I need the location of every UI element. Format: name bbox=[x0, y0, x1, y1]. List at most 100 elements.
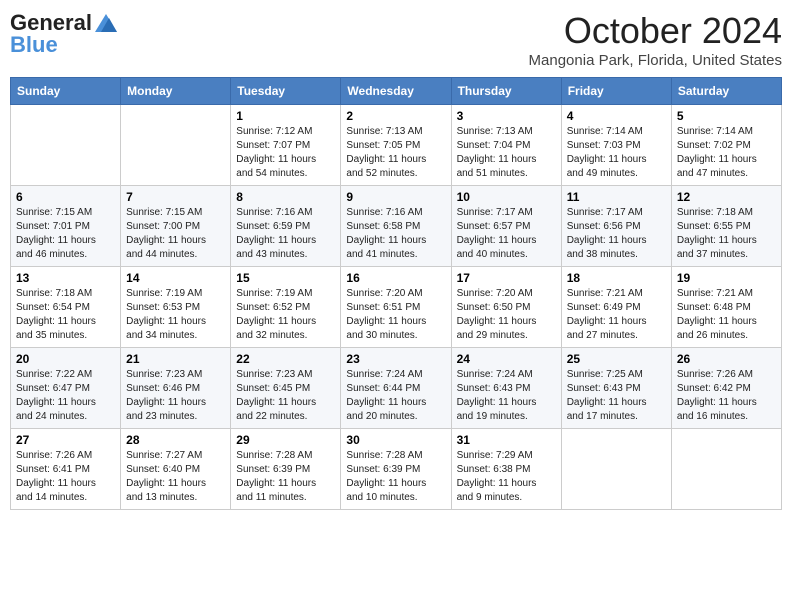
day-number: 12 bbox=[677, 190, 776, 204]
title-section: October 2024 Mangonia Park, Florida, Uni… bbox=[529, 10, 782, 69]
column-header-thursday: Thursday bbox=[451, 78, 561, 105]
column-header-monday: Monday bbox=[121, 78, 231, 105]
day-number: 1 bbox=[236, 109, 335, 123]
day-cell: 29Sunrise: 7:28 AM Sunset: 6:39 PM Dayli… bbox=[231, 429, 341, 510]
day-number: 10 bbox=[457, 190, 556, 204]
day-cell bbox=[121, 105, 231, 186]
day-cell: 26 Sunrise: 7:26 AM Sunset: 6:42 PM Dayli… bbox=[671, 348, 781, 429]
day-cell: 14Sunrise: 7:19 AM Sunset: 6:53 PM Dayli… bbox=[121, 267, 231, 348]
logo-blue: Blue bbox=[10, 32, 58, 58]
day-info: Sunrise: 7:19 AM Sunset: 6:53 PM Dayligh… bbox=[126, 287, 225, 343]
day-number: 27 bbox=[16, 433, 115, 447]
day-number: 5 bbox=[677, 109, 776, 123]
day-number: 22 bbox=[236, 352, 335, 366]
column-header-sunday: Sunday bbox=[11, 78, 121, 105]
day-cell: 27 Sunrise: 7:26 AM Sunset: 6:41 PM Dayli… bbox=[11, 429, 121, 510]
column-header-friday: Friday bbox=[561, 78, 671, 105]
day-info: Sunrise: 7:18 AM Sunset: 6:54 PM Dayligh… bbox=[16, 287, 115, 343]
week-row-4: 20Sunrise: 7:22 AM Sunset: 6:47 PM Dayli… bbox=[11, 348, 782, 429]
day-number: 26 bbox=[677, 352, 776, 366]
day-info: Sunrise: 7:20 AM Sunset: 6:51 PM Dayligh… bbox=[346, 287, 445, 343]
day-number: 19 bbox=[677, 271, 776, 285]
day-cell: 23Sunrise: 7:24 AM Sunset: 6:44 PM Dayli… bbox=[341, 348, 451, 429]
day-info: Sunrise: 7:20 AM Sunset: 6:50 PM Dayligh… bbox=[457, 287, 556, 343]
day-number: 7 bbox=[126, 190, 225, 204]
week-row-3: 13 Sunrise: 7:18 AM Sunset: 6:54 PM Dayli… bbox=[11, 267, 782, 348]
day-info: Sunrise: 7:26 AM Sunset: 6:41 PM Dayligh… bbox=[16, 449, 115, 505]
month-title: October 2024 bbox=[529, 10, 782, 52]
day-number: 3 bbox=[457, 109, 556, 123]
day-number: 15 bbox=[236, 271, 335, 285]
day-number: 4 bbox=[567, 109, 666, 123]
column-header-saturday: Saturday bbox=[671, 78, 781, 105]
day-cell: 18 Sunrise: 7:21 AM Sunset: 6:49 PM Dayli… bbox=[561, 267, 671, 348]
day-cell: 22 Sunrise: 7:23 AM Sunset: 6:45 PM Dayli… bbox=[231, 348, 341, 429]
day-cell: 10 Sunrise: 7:17 AM Sunset: 6:57 PM Dayli… bbox=[451, 186, 561, 267]
day-number: 28 bbox=[126, 433, 225, 447]
week-row-2: 6 Sunrise: 7:15 AM Sunset: 7:01 PM Daylig… bbox=[11, 186, 782, 267]
day-number: 2 bbox=[346, 109, 445, 123]
day-cell: 20Sunrise: 7:22 AM Sunset: 6:47 PM Dayli… bbox=[11, 348, 121, 429]
day-cell: 19 Sunrise: 7:21 AM Sunset: 6:48 PM Dayli… bbox=[671, 267, 781, 348]
day-info: Sunrise: 7:13 AM Sunset: 7:05 PM Dayligh… bbox=[346, 125, 445, 181]
day-number: 21 bbox=[126, 352, 225, 366]
day-number: 23 bbox=[346, 352, 445, 366]
day-cell: 24Sunrise: 7:24 AM Sunset: 6:43 PM Dayli… bbox=[451, 348, 561, 429]
page-header: General Blue October 2024 Mangonia Park,… bbox=[10, 10, 782, 69]
day-info: Sunrise: 7:21 AM Sunset: 6:49 PM Dayligh… bbox=[567, 287, 666, 343]
day-cell: 7 Sunrise: 7:15 AM Sunset: 7:00 PM Daylig… bbox=[121, 186, 231, 267]
day-info: Sunrise: 7:21 AM Sunset: 6:48 PM Dayligh… bbox=[677, 287, 776, 343]
day-cell: 17 Sunrise: 7:20 AM Sunset: 6:50 PM Dayli… bbox=[451, 267, 561, 348]
day-cell: 28 Sunrise: 7:27 AM Sunset: 6:40 PM Dayli… bbox=[121, 429, 231, 510]
day-info: Sunrise: 7:27 AM Sunset: 6:40 PM Dayligh… bbox=[126, 449, 225, 505]
day-number: 6 bbox=[16, 190, 115, 204]
day-cell: 6 Sunrise: 7:15 AM Sunset: 7:01 PM Daylig… bbox=[11, 186, 121, 267]
day-info: Sunrise: 7:15 AM Sunset: 7:01 PM Dayligh… bbox=[16, 206, 115, 262]
day-info: Sunrise: 7:28 AM Sunset: 6:39 PM Dayligh… bbox=[236, 449, 335, 505]
day-info: Sunrise: 7:14 AM Sunset: 7:02 PM Dayligh… bbox=[677, 125, 776, 181]
day-info: Sunrise: 7:26 AM Sunset: 6:42 PM Dayligh… bbox=[677, 368, 776, 424]
day-number: 8 bbox=[236, 190, 335, 204]
day-info: Sunrise: 7:24 AM Sunset: 6:43 PM Dayligh… bbox=[457, 368, 556, 424]
day-cell: 1Sunrise: 7:12 AM Sunset: 7:07 PM Daylig… bbox=[231, 105, 341, 186]
day-info: Sunrise: 7:25 AM Sunset: 6:43 PM Dayligh… bbox=[567, 368, 666, 424]
column-header-tuesday: Tuesday bbox=[231, 78, 341, 105]
day-info: Sunrise: 7:15 AM Sunset: 7:00 PM Dayligh… bbox=[126, 206, 225, 262]
day-cell: 2 Sunrise: 7:13 AM Sunset: 7:05 PM Daylig… bbox=[341, 105, 451, 186]
day-number: 11 bbox=[567, 190, 666, 204]
day-cell: 25 Sunrise: 7:25 AM Sunset: 6:43 PM Dayli… bbox=[561, 348, 671, 429]
day-cell: 15 Sunrise: 7:19 AM Sunset: 6:52 PM Dayli… bbox=[231, 267, 341, 348]
day-cell: 11 Sunrise: 7:17 AM Sunset: 6:56 PM Dayli… bbox=[561, 186, 671, 267]
day-number: 13 bbox=[16, 271, 115, 285]
day-cell bbox=[561, 429, 671, 510]
day-number: 18 bbox=[567, 271, 666, 285]
day-number: 17 bbox=[457, 271, 556, 285]
column-header-wednesday: Wednesday bbox=[341, 78, 451, 105]
day-info: Sunrise: 7:29 AM Sunset: 6:38 PM Dayligh… bbox=[457, 449, 556, 505]
day-number: 25 bbox=[567, 352, 666, 366]
day-info: Sunrise: 7:16 AM Sunset: 6:58 PM Dayligh… bbox=[346, 206, 445, 262]
day-cell bbox=[671, 429, 781, 510]
day-info: Sunrise: 7:17 AM Sunset: 6:57 PM Dayligh… bbox=[457, 206, 556, 262]
day-info: Sunrise: 7:17 AM Sunset: 6:56 PM Dayligh… bbox=[567, 206, 666, 262]
day-info: Sunrise: 7:18 AM Sunset: 6:55 PM Dayligh… bbox=[677, 206, 776, 262]
day-info: Sunrise: 7:23 AM Sunset: 6:45 PM Dayligh… bbox=[236, 368, 335, 424]
day-cell bbox=[11, 105, 121, 186]
day-number: 16 bbox=[346, 271, 445, 285]
week-row-1: 1Sunrise: 7:12 AM Sunset: 7:07 PM Daylig… bbox=[11, 105, 782, 186]
day-cell: 3Sunrise: 7:13 AM Sunset: 7:04 PM Daylig… bbox=[451, 105, 561, 186]
day-cell: 13 Sunrise: 7:18 AM Sunset: 6:54 PM Dayli… bbox=[11, 267, 121, 348]
day-cell: 30Sunrise: 7:28 AM Sunset: 6:39 PM Dayli… bbox=[341, 429, 451, 510]
day-info: Sunrise: 7:19 AM Sunset: 6:52 PM Dayligh… bbox=[236, 287, 335, 343]
logo-icon bbox=[95, 14, 117, 32]
day-number: 20 bbox=[16, 352, 115, 366]
day-cell: 16 Sunrise: 7:20 AM Sunset: 6:51 PM Dayli… bbox=[341, 267, 451, 348]
logo: General Blue bbox=[10, 10, 117, 58]
day-cell: 9 Sunrise: 7:16 AM Sunset: 6:58 PM Daylig… bbox=[341, 186, 451, 267]
day-info: Sunrise: 7:14 AM Sunset: 7:03 PM Dayligh… bbox=[567, 125, 666, 181]
day-info: Sunrise: 7:23 AM Sunset: 6:46 PM Dayligh… bbox=[126, 368, 225, 424]
day-info: Sunrise: 7:16 AM Sunset: 6:59 PM Dayligh… bbox=[236, 206, 335, 262]
location: Mangonia Park, Florida, United States bbox=[529, 52, 782, 69]
calendar-header-row: SundayMondayTuesdayWednesdayThursdayFrid… bbox=[11, 78, 782, 105]
day-number: 9 bbox=[346, 190, 445, 204]
